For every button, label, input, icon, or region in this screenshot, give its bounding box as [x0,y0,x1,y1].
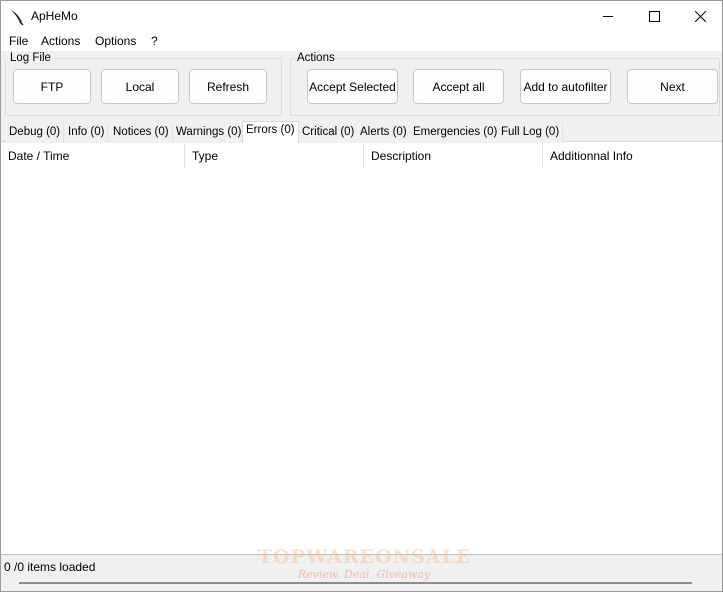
add-to-autofilter-button[interactable]: Add to autofilter [520,69,611,104]
log-file-group-title: Log File [8,52,53,64]
title-bar: ApHeMo [1,1,722,32]
tab-full-log[interactable]: Full Log (0) [498,124,564,143]
menu-bar: File Actions Options ? [1,32,722,51]
maximize-button[interactable] [631,1,677,32]
accept-selected-button[interactable]: Accept Selected [307,69,398,104]
next-button[interactable]: Next [627,69,718,104]
tab-critical[interactable]: Critical (0) [299,124,359,143]
log-level-tabs: Debug (0) Info (0) Notices (0) Warnings … [1,121,722,143]
window-title: ApHeMo [31,9,78,23]
column-header-additional-info[interactable]: Additionnal Info [543,143,722,168]
toolbar: Log File Actions FTP Local Refresh Accep… [1,51,722,123]
actions-group-title: Actions [295,52,337,64]
menu-options[interactable]: Options [95,34,136,48]
ftp-button[interactable]: FTP [13,69,91,104]
feather-icon [9,9,25,26]
menu-help[interactable]: ? [151,34,158,48]
close-button[interactable] [677,1,723,32]
tab-errors[interactable]: Errors (0) [242,121,299,143]
tab-notices[interactable]: Notices (0) [110,124,173,143]
app-window: ApHeMo File Actions Options ? Log File A… [0,0,723,592]
progress-bar [19,582,692,584]
items-loaded-status: 0 /0 items loaded [4,560,96,574]
tab-warnings[interactable]: Warnings (0) [173,124,246,143]
tab-alerts[interactable]: Alerts (0) [357,124,411,143]
minimize-button[interactable] [585,1,631,32]
refresh-button[interactable]: Refresh [189,69,267,104]
menu-actions[interactable]: Actions [41,34,80,48]
tab-info[interactable]: Info (0) [65,124,109,143]
local-button[interactable]: Local [101,69,179,104]
column-header-type[interactable]: Type [185,143,364,168]
tab-debug[interactable]: Debug (0) [6,124,65,143]
column-header-description[interactable]: Description [364,143,543,168]
accept-all-button[interactable]: Accept all [413,69,504,104]
tab-emergencies[interactable]: Emergencies (0) [410,124,502,143]
log-list[interactable]: Date / Time Type Description Additionnal… [1,143,722,554]
menu-file[interactable]: File [9,34,28,48]
column-header-date-time[interactable]: Date / Time [1,143,185,168]
status-bar: 0 /0 items loaded [1,554,722,591]
